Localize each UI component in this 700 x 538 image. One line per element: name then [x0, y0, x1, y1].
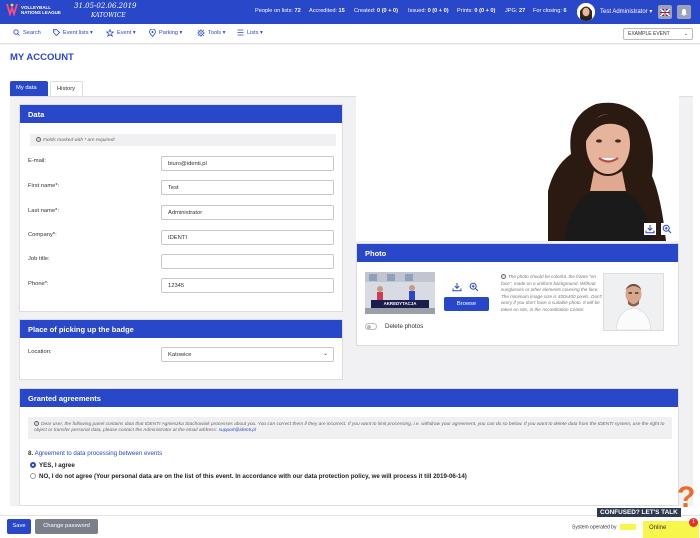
map-pin-icon: [149, 29, 156, 37]
akredytacja-banner: AKREDYTACJA: [383, 301, 417, 306]
chat-notification-badge: 1: [689, 518, 698, 527]
save-button[interactable]: Save: [7, 519, 31, 534]
app-logo[interactable]: VOLLEYBALL NATIONS LEAGUE: [6, 3, 61, 16]
identi-logo: [619, 524, 636, 530]
company-field[interactable]: IDENTI: [161, 230, 334, 245]
menu-event[interactable]: Event ▾: [106, 29, 136, 37]
agreements-intro: ? Dear user, the following panel contains…: [28, 417, 672, 439]
uk-flag-icon[interactable]: [658, 5, 672, 19]
data-panel: Data ? Fields marked with * are required!…: [19, 104, 343, 312]
list-icon: [237, 29, 244, 36]
email-field[interactable]: biuro@identi.pl: [161, 156, 334, 171]
menu-tools[interactable]: Tools ▾: [197, 29, 225, 37]
location-select[interactable]: Katowice ⌄: [161, 347, 334, 362]
delete-photos-toggle[interactable]: [365, 323, 377, 330]
confused-lets-talk-button[interactable]: CONFUSED? LET'S TALK: [597, 508, 681, 517]
data-panel-title: Data: [20, 105, 342, 123]
last-name-label: Last name*:: [28, 208, 59, 214]
search-icon: [13, 29, 20, 36]
stat-people-on-lists[interactable]: People on lists: 72: [255, 8, 301, 14]
download-photo-icon[interactable]: [451, 281, 463, 293]
photo-panel: Photo AKREDYTACJA Browse Delete photos ?…: [356, 243, 679, 346]
accreditation-photo-thumbnail: AKREDYTACJA: [365, 272, 435, 314]
stat-created[interactable]: Created: 0 (0 + 0): [354, 8, 398, 14]
menu-lists[interactable]: Lists ▾: [237, 29, 263, 36]
chevron-down-icon: ⌄: [683, 31, 688, 37]
user-menu[interactable]: Test Administrator ▾: [600, 8, 652, 15]
example-portrait-image: [604, 274, 663, 331]
question-icon: ?: [36, 137, 41, 142]
phone-field[interactable]: 12345: [161, 278, 334, 293]
first-name-label: First name*:: [28, 183, 60, 189]
menu-event-lists[interactable]: Event lists ▾: [53, 29, 93, 36]
stat-jpg[interactable]: JPG: 27: [505, 8, 525, 14]
agree-no-label: NO, I do not agree (Your personal data a…: [39, 473, 467, 480]
zoom-in-icon[interactable]: [661, 223, 673, 235]
page-title: MY ACCOUNT: [10, 52, 74, 63]
event-dates: 31.05-02.06.2019: [74, 2, 137, 10]
question-icon: ?: [34, 421, 39, 426]
portrait-image: [356, 96, 679, 241]
download-icon[interactable]: [644, 223, 656, 235]
tag-icon: [53, 29, 60, 36]
system-operated-label: System operated by: [572, 524, 636, 530]
email-label: E-mail:: [28, 158, 47, 164]
agreements-panel: Granted agreements ? Dear user, the follo…: [19, 388, 679, 506]
user-face-icon: [577, 3, 595, 21]
agreements-panel-title: Granted agreements: [20, 389, 678, 407]
menu-parking[interactable]: Parking ▾: [149, 29, 182, 37]
agree-yes-radio[interactable]: [30, 462, 36, 468]
event-city: KATOWICE: [91, 12, 126, 19]
menu-search[interactable]: Search: [13, 29, 41, 36]
location-label: Location:: [28, 349, 52, 355]
agreement-question: 8. Agreement to data processing between …: [28, 450, 163, 457]
tab-my-data[interactable]: My data: [10, 81, 48, 96]
main-menu: Search Event lists ▾ Event ▾ Parking ▾ T…: [0, 24, 700, 44]
first-name-field[interactable]: Test: [161, 180, 334, 195]
job-title-label: Job title:: [28, 256, 50, 262]
profile-photo: [356, 96, 679, 241]
stat-for-closing[interactable]: For closing: 6: [533, 8, 567, 14]
photo-requirements-hint: ? The photo should be colorful, the frame…: [501, 274, 602, 312]
stat-issued[interactable]: Issued: 0 (0 + 0): [408, 8, 449, 14]
bell-icon[interactable]: [677, 5, 691, 19]
badge-pickup-title: Place of picking up the badge: [20, 320, 342, 338]
zoom-photo-icon[interactable]: [468, 281, 480, 293]
stat-accredited[interactable]: Accredited: 15: [309, 8, 345, 14]
required-note: ? Fields marked with * are required!: [30, 134, 336, 146]
job-title-field[interactable]: [161, 254, 334, 269]
event-select[interactable]: EXAMPLE EVENT ⌄: [623, 28, 693, 40]
example-photo: [603, 273, 664, 331]
top-bar: VOLLEYBALL NATIONS LEAGUE 31.05-02.06.20…: [0, 0, 700, 24]
star-icon: [106, 29, 114, 37]
agree-no-radio[interactable]: [30, 473, 36, 479]
last-name-field[interactable]: Administrator: [161, 205, 334, 220]
photo-panel-title: Photo: [357, 244, 678, 262]
vnl-logo-icon: [6, 3, 18, 16]
logo-line-2: NATIONS LEAGUE: [21, 9, 61, 15]
company-label: Company*:: [28, 232, 57, 238]
badge-pickup-panel: Place of picking up the badge Location: …: [19, 319, 343, 380]
question-icon: ?: [501, 274, 506, 280]
user-avatar[interactable]: [577, 3, 595, 21]
delete-photos-label: Delete photos: [385, 323, 424, 330]
tab-history[interactable]: History: [50, 81, 83, 96]
phone-label: Phone*:: [28, 281, 49, 287]
chevron-down-icon: ⌄: [323, 351, 328, 357]
gear-icon: [197, 29, 205, 37]
stat-prints[interactable]: Prints: 0 (0 + 0): [457, 8, 495, 14]
browse-button[interactable]: Browse: [444, 297, 489, 311]
agree-yes-label: YES, I agree: [39, 462, 75, 469]
support-email-link[interactable]: support@identi.pl: [219, 428, 256, 433]
change-password-button[interactable]: Change password: [35, 519, 98, 534]
